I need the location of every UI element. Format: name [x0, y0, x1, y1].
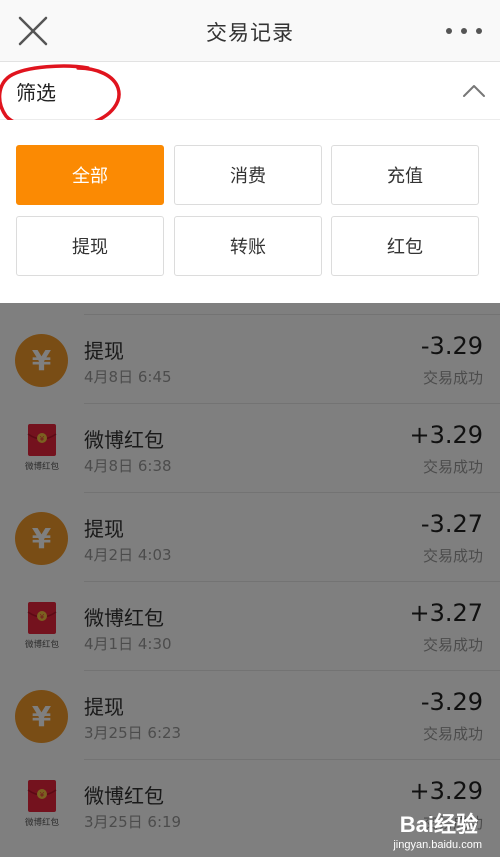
filter-option-consume[interactable]: 消费 [174, 145, 322, 205]
filter-option-withdraw[interactable]: 提现 [16, 216, 164, 276]
top-navbar: 交易记录 [0, 0, 500, 62]
filter-option-recharge[interactable]: 充值 [331, 145, 479, 205]
filter-option-redpacket[interactable]: 红包 [331, 216, 479, 276]
chevron-up-icon[interactable] [460, 77, 488, 105]
filter-option-transfer[interactable]: 转账 [174, 216, 322, 276]
dot [476, 28, 482, 34]
dot [446, 28, 452, 34]
filter-option-all[interactable]: 全部 [16, 145, 164, 205]
filter-label: 筛选 [16, 81, 56, 105]
dot [461, 28, 467, 34]
watermark: Bai经验 jingyan.baidu.com [350, 807, 486, 851]
page-title: 交易记录 [206, 21, 294, 45]
dim-overlay[interactable] [0, 303, 500, 857]
watermark-logo: Bai经验 [399, 812, 478, 837]
more-dots-icon[interactable] [446, 19, 482, 43]
watermark-url: jingyan.baidu.com [393, 839, 482, 851]
filter-panel: 全部 消费 充值 提现 转账 红包 [0, 120, 500, 303]
filter-toggle[interactable]: 筛选 [0, 62, 500, 120]
